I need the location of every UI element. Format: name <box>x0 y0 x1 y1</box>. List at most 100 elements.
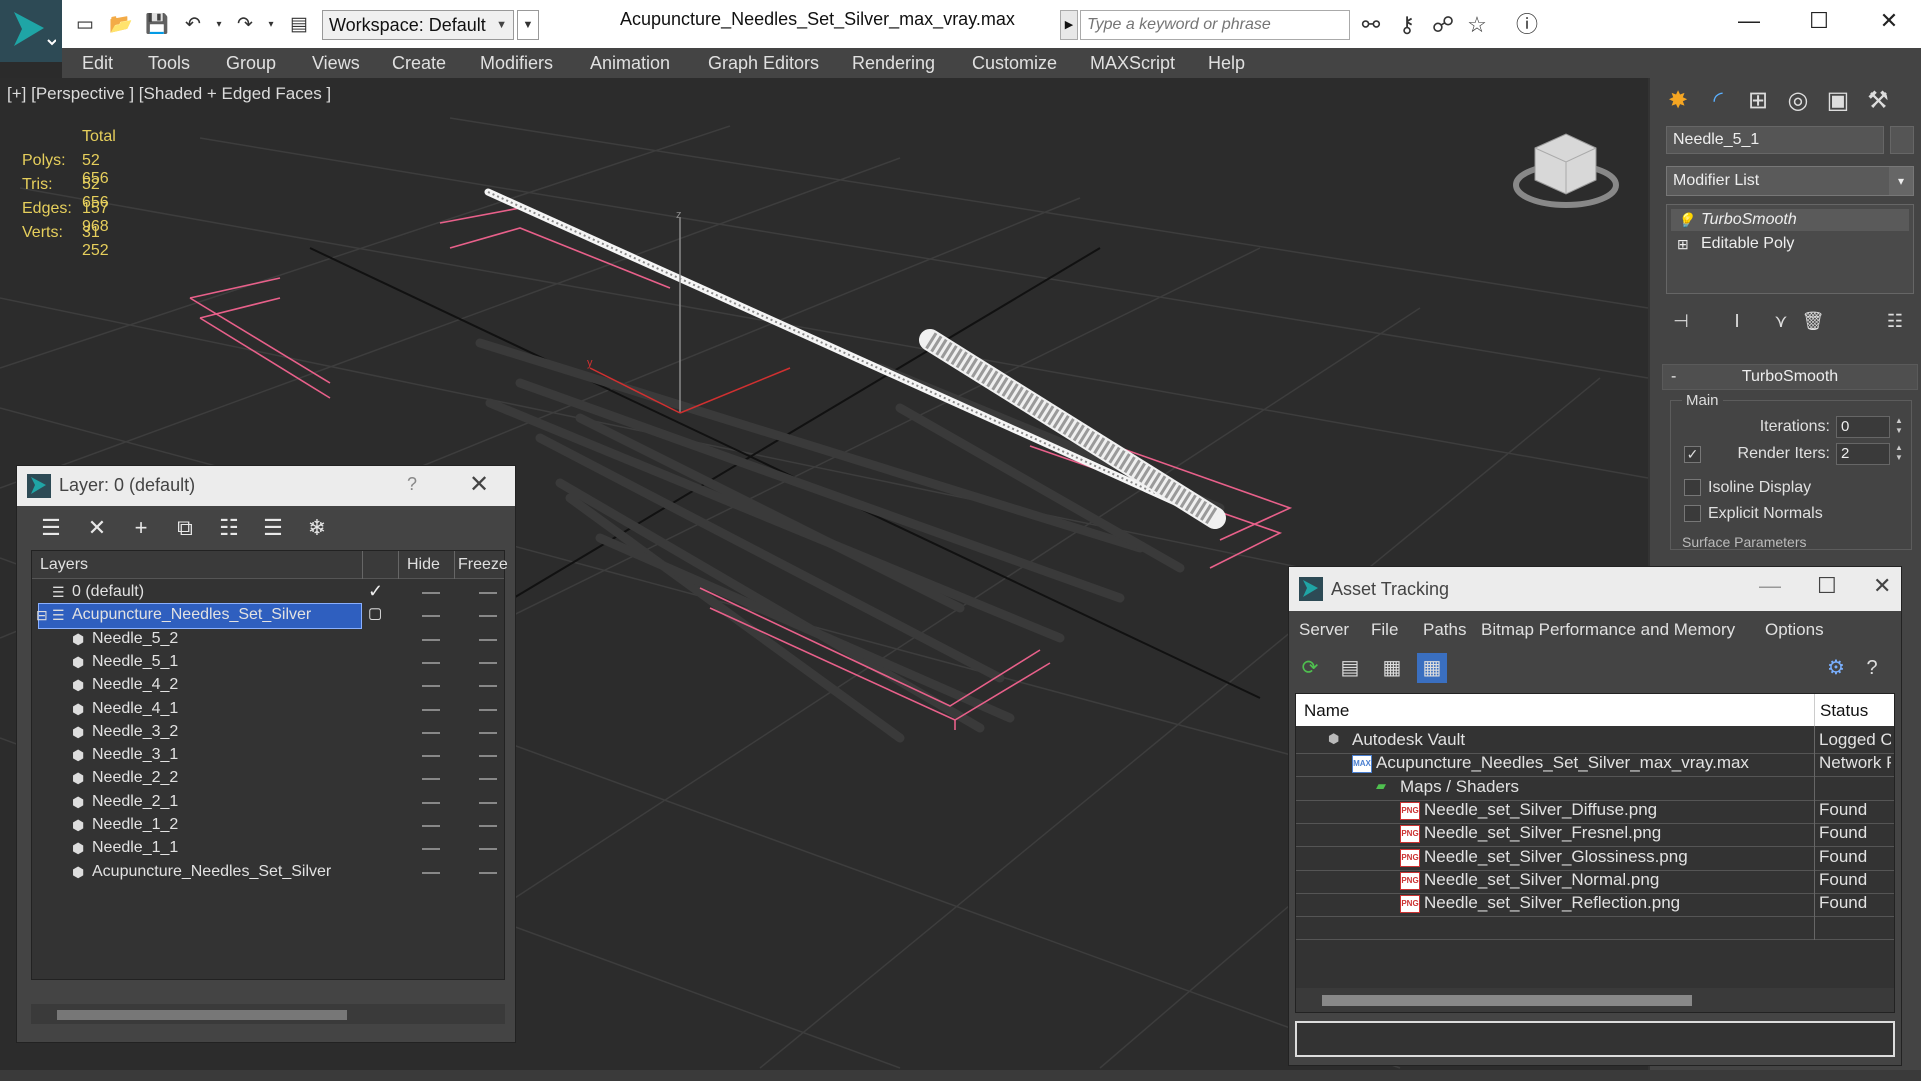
app-logo-icon[interactable] <box>0 0 62 62</box>
col-status[interactable]: Status <box>1820 701 1868 721</box>
freeze-toggle[interactable] <box>479 731 497 734</box>
communication-icon[interactable]: ☍ <box>1428 10 1458 40</box>
viewport-label[interactable]: [+] [Perspective ] [Shaded + Edged Faces… <box>7 84 331 104</box>
hide-toggle[interactable] <box>422 592 440 594</box>
maximize-button[interactable]: ☐ <box>1784 0 1854 42</box>
freeze-toggle[interactable] <box>479 615 497 618</box>
server-connect-icon[interactable]: ⚙ <box>1821 653 1851 683</box>
scrollbar-thumb[interactable] <box>1322 995 1692 1006</box>
set-current-icon[interactable]: ▢ <box>368 604 382 622</box>
freeze-toggle[interactable] <box>479 778 497 781</box>
hide-toggle[interactable] <box>422 755 440 758</box>
stack-item-turbosmooth[interactable]: 💡 TurboSmooth <box>1671 209 1909 231</box>
menu-rendering[interactable]: Rendering <box>852 48 935 78</box>
redo-icon[interactable]: ↷ <box>232 11 258 37</box>
thumbnail-view-icon[interactable]: ▦ <box>1377 653 1407 683</box>
table-view-icon[interactable]: ▦ <box>1417 653 1447 683</box>
stack-item-editable-poly[interactable]: ⊞ Editable Poly <box>1671 233 1909 255</box>
object-name-field[interactable]: Needle_5_1 <box>1666 126 1884 154</box>
asset-dialog-titlebar[interactable]: Asset Tracking — ☐ ✕ <box>1289 567 1901 611</box>
rollout-header[interactable]: - TurboSmooth <box>1662 364 1918 390</box>
hide-toggle[interactable] <box>422 825 440 827</box>
close-icon[interactable]: ✕ <box>469 470 489 499</box>
freeze-toggle[interactable] <box>479 871 497 874</box>
menu-customize[interactable]: Customize <box>972 48 1057 78</box>
help-icon[interactable]: ? <box>1857 653 1887 683</box>
hide-toggle[interactable] <box>422 615 440 618</box>
asset-path-field[interactable] <box>1295 1021 1895 1057</box>
new-layer-icon[interactable]: ☰ <box>35 514 67 542</box>
key-icon[interactable]: ⚷ <box>1392 10 1422 40</box>
freeze-toggle[interactable] <box>479 592 497 594</box>
menu-group[interactable]: Group <box>226 48 276 78</box>
render-iters-spinner[interactable]: 2 <box>1836 443 1890 465</box>
hide-toggle[interactable] <box>422 778 440 781</box>
render-iters-checkbox[interactable]: ✓ <box>1684 446 1701 463</box>
undo-dropdown-icon[interactable]: ▾ <box>206 11 232 37</box>
make-unique-icon[interactable]: ⋎ <box>1766 306 1796 336</box>
undo-icon[interactable]: ↶ <box>180 11 206 37</box>
asset-menu-server[interactable]: Server <box>1299 620 1349 640</box>
freeze-toggle[interactable] <box>479 755 497 758</box>
hide-toggle[interactable] <box>422 731 440 734</box>
utilities-tab-icon[interactable]: ⚒ <box>1860 84 1896 118</box>
freeze-toggle[interactable] <box>479 825 497 827</box>
expand-icon[interactable]: ⊞ <box>1677 233 1689 255</box>
menu-maxscript[interactable]: MAXScript <box>1090 48 1175 78</box>
star-icon[interactable]: ☆ <box>1462 10 1492 40</box>
help-icon[interactable]: ? <box>407 474 417 495</box>
motion-tab-icon[interactable]: ◎ <box>1780 84 1816 118</box>
project-folder-icon[interactable]: ▤ <box>286 11 312 37</box>
surface-params-label[interactable]: Surface Parameters <box>1682 534 1807 550</box>
menu-views[interactable]: Views <box>312 48 360 78</box>
asset-menu-options[interactable]: Options <box>1765 620 1824 640</box>
close-icon[interactable]: ✕ <box>1873 573 1891 599</box>
freeze-toggle[interactable] <box>479 848 497 851</box>
highlight-layer-icon[interactable]: ☷ <box>213 514 245 542</box>
workspace-extra-dropdown[interactable]: ▼ <box>517 10 539 40</box>
layer-horizontal-scrollbar[interactable] <box>31 1004 505 1024</box>
object-color-swatch[interactable] <box>1890 126 1914 154</box>
menu-graph-editors[interactable]: Graph Editors <box>708 48 819 78</box>
redo-dropdown-icon[interactable]: ▾ <box>258 11 284 37</box>
menu-create[interactable]: Create <box>392 48 446 78</box>
scrollbar-thumb[interactable] <box>57 1010 347 1020</box>
asset-horizontal-scrollbar[interactable] <box>1296 988 1894 1012</box>
pin-stack-icon[interactable]: ⊣ <box>1666 306 1696 336</box>
help-icon[interactable]: ⓘ <box>1512 10 1542 40</box>
new-file-icon[interactable]: ▭ <box>72 11 98 37</box>
menu-tools[interactable]: Tools <box>148 48 190 78</box>
hierarchy-tab-icon[interactable]: ⊞ <box>1740 84 1776 118</box>
list-view-icon[interactable]: ▤ <box>1335 653 1365 683</box>
modify-tab-icon[interactable]: ◜ <box>1700 84 1736 118</box>
spinner-arrows-icon[interactable]: ▲ ▼ <box>1892 443 1906 465</box>
col-layers[interactable]: Layers <box>40 556 88 574</box>
maximize-icon[interactable]: ☐ <box>1817 573 1837 599</box>
add-selected-icon[interactable]: + <box>125 514 157 542</box>
open-file-icon[interactable]: 📂 <box>108 11 134 37</box>
select-objects-icon[interactable]: ⧉ <box>169 514 201 542</box>
freeze-toggle[interactable] <box>479 685 497 688</box>
workspace-dropdown[interactable]: Workspace: Default ▼ <box>322 10 514 40</box>
freeze-toggle[interactable] <box>479 638 497 641</box>
col-hide[interactable]: Hide <box>407 556 440 574</box>
asset-menu-bitmap-performance[interactable]: Bitmap Performance and Memory <box>1481 620 1735 640</box>
menu-edit[interactable]: Edit <box>82 48 113 78</box>
menu-help[interactable]: Help <box>1208 48 1245 78</box>
explicit-normals-checkbox[interactable] <box>1684 505 1701 522</box>
hide-toggle[interactable] <box>422 638 440 641</box>
show-end-result-icon[interactable]: Ⅰ <box>1722 306 1752 336</box>
isoline-checkbox[interactable] <box>1684 479 1701 496</box>
hide-toggle[interactable] <box>422 848 440 851</box>
search-input[interactable] <box>1080 10 1350 40</box>
minimize-button[interactable]: — <box>1714 0 1784 42</box>
asset-menu-file[interactable]: File <box>1371 620 1398 640</box>
modifier-list-dropdown[interactable]: Modifier List ▾ <box>1666 166 1914 196</box>
iterations-spinner[interactable]: 0 <box>1836 416 1890 438</box>
delete-layer-icon[interactable]: ✕ <box>81 514 113 542</box>
remove-modifier-icon[interactable]: 🗑 <box>1798 306 1828 336</box>
layer-dialog-titlebar[interactable]: Layer: 0 (default) ? ✕ <box>17 466 515 506</box>
freeze-toggle[interactable] <box>479 801 497 804</box>
collapse-icon[interactable]: ⊟ <box>36 607 48 624</box>
close-button[interactable]: ✕ <box>1854 0 1921 42</box>
